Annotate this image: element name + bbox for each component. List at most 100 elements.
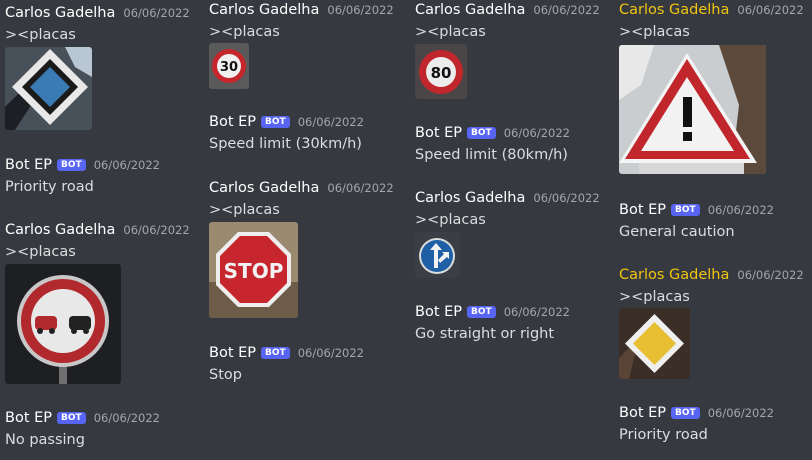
bot-badge: BOT [261,116,290,128]
image-attachment[interactable]: STOP [209,222,298,318]
user-message: Carlos Gadelha 06/06/2022 ><placas [5,3,190,45]
timestamp: 06/06/2022 [123,6,190,20]
message-text: General caution [619,224,735,240]
bot-message: Bot EP BOT 06/06/2022 Go straight or rig… [415,302,570,344]
username[interactable]: Bot EP [5,157,52,173]
timestamp: 06/06/2022 [503,305,570,319]
username[interactable]: Carlos Gadelha [619,2,729,18]
message-header: Carlos Gadelha 06/06/2022 [209,178,394,198]
user-message: Carlos Gadelha 06/06/2022 ><placas [5,220,190,262]
message-text: ><placas [5,244,76,260]
bot-badge: BOT [671,204,700,216]
message-header: Bot EP BOT 06/06/2022 [5,408,160,428]
username[interactable]: Bot EP [619,202,666,218]
username[interactable]: Carlos Gadelha [5,5,115,21]
timestamp: 06/06/2022 [297,115,364,129]
timestamp: 06/06/2022 [737,3,804,17]
message-text: Speed limit (80km/h) [415,147,568,163]
bot-badge: BOT [467,127,496,139]
message-text: No passing [5,432,85,448]
speed-limit-30-sign-icon: 30 [209,43,249,89]
username[interactable]: Bot EP [209,114,256,130]
timestamp: 06/06/2022 [327,181,394,195]
username[interactable]: Carlos Gadelha [5,222,115,238]
sign-number: 80 [431,64,452,82]
message-text: ><placas [209,202,280,218]
user-message: Carlos Gadelha 06/06/2022 ><placas [619,265,804,307]
timestamp: 06/06/2022 [123,223,190,237]
bot-badge: BOT [57,412,86,424]
message-text: Priority road [619,427,708,443]
chat-column-2: Carlos Gadelha 06/06/2022 ><placas 30 Bo… [209,0,409,460]
image-attachment[interactable] [415,232,460,278]
bot-message: Bot EP BOT 06/06/2022 Speed limit (30km/… [209,112,364,154]
username[interactable]: Carlos Gadelha [209,180,319,196]
message-header: Carlos Gadelha 06/06/2022 [209,0,394,20]
message-header: Carlos Gadelha 06/06/2022 [415,0,600,20]
bot-message: Bot EP BOT 06/06/2022 No passing [5,408,160,450]
username[interactable]: Bot EP [415,125,462,141]
message-text: ><placas [619,24,690,40]
username[interactable]: Bot EP [619,405,666,421]
stop-sign-label: STOP [224,259,284,283]
message-header: Bot EP BOT 06/06/2022 [619,200,774,220]
message-text: ><placas [415,212,486,228]
image-attachment[interactable] [619,308,690,379]
timestamp: 06/06/2022 [533,3,600,17]
no-passing-sign-icon [5,264,121,384]
timestamp: 06/06/2022 [503,126,570,140]
timestamp: 06/06/2022 [93,411,160,425]
priority-road-sign-icon [5,47,92,130]
chat-column-1: Carlos Gadelha 06/06/2022 ><placas Bot E… [5,0,205,460]
bot-badge: BOT [671,407,700,419]
timestamp: 06/06/2022 [297,346,364,360]
bot-message: Bot EP BOT 06/06/2022 Speed limit (80km/… [415,123,570,165]
username[interactable]: Carlos Gadelha [619,267,729,283]
timestamp: 06/06/2022 [533,191,600,205]
priority-road-sign-icon [619,308,690,379]
general-caution-sign-icon [619,45,766,174]
image-attachment[interactable] [5,47,92,130]
user-message: Carlos Gadelha 06/06/2022 ><placas [619,0,804,42]
message-text: ><placas [5,27,76,43]
speed-limit-80-sign-icon: 80 [415,44,467,99]
chat-column-3: Carlos Gadelha 06/06/2022 ><placas 80 Bo… [415,0,615,460]
username[interactable]: Bot EP [415,304,462,320]
message-text: ><placas [209,24,280,40]
message-text: Priority road [5,179,94,195]
message-header: Carlos Gadelha 06/06/2022 [619,265,804,285]
message-header: Bot EP BOT 06/06/2022 [415,302,570,322]
stop-sign-icon: STOP [209,222,298,318]
image-attachment[interactable]: 30 [209,43,249,89]
message-header: Bot EP BOT 06/06/2022 [5,155,160,175]
message-text: ><placas [619,289,690,305]
message-text: Speed limit (30km/h) [209,136,362,152]
message-header: Carlos Gadelha 06/06/2022 [415,188,600,208]
message-header: Carlos Gadelha 06/06/2022 [5,220,190,240]
bot-badge: BOT [57,159,86,171]
user-message: Carlos Gadelha 06/06/2022 ><placas [415,0,600,42]
message-header: Bot EP BOT 06/06/2022 [209,343,364,363]
image-attachment[interactable]: 80 [415,44,467,99]
message-header: Bot EP BOT 06/06/2022 [619,403,774,423]
image-attachment[interactable] [5,264,121,384]
user-message: Carlos Gadelha 06/06/2022 ><placas [209,0,394,42]
bot-message: Bot EP BOT 06/06/2022 General caution [619,200,774,242]
user-message: Carlos Gadelha 06/06/2022 ><placas [209,178,394,220]
bot-badge: BOT [261,347,290,359]
bot-message: Bot EP BOT 06/06/2022 Priority road [5,155,160,197]
username[interactable]: Bot EP [209,345,256,361]
timestamp: 06/06/2022 [707,406,774,420]
username[interactable]: Carlos Gadelha [415,190,525,206]
image-attachment[interactable] [619,45,766,174]
username[interactable]: Bot EP [5,410,52,426]
username[interactable]: Carlos Gadelha [415,2,525,18]
message-header: Bot EP BOT 06/06/2022 [415,123,570,143]
chat-column-4: Carlos Gadelha 06/06/2022 ><placas Bot E… [619,0,812,460]
message-text: ><placas [415,24,486,40]
user-message: Carlos Gadelha 06/06/2022 ><placas [415,188,600,230]
timestamp: 06/06/2022 [327,3,394,17]
bot-badge: BOT [467,306,496,318]
username[interactable]: Carlos Gadelha [209,2,319,18]
go-straight-or-right-sign-icon [415,232,460,278]
